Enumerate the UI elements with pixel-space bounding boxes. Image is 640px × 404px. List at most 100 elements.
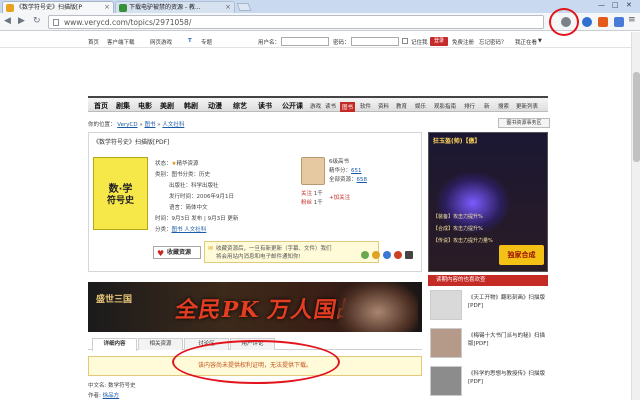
nav-guide[interactable]: 观影指南 <box>434 102 456 110</box>
nav-ranking[interactable]: 排行 <box>464 102 475 110</box>
browser-tab-strip: 《数学符号史》扫描版[P × 下载电驴被禁的资源 - 教... × — □ ✕ <box>0 0 640 13</box>
breadcrumb-sep: » <box>139 122 143 128</box>
chevron-down-icon: ▼ <box>538 38 542 44</box>
uploader-name[interactable]: 6级高书 <box>329 157 349 165</box>
nav-new[interactable]: 新 <box>484 102 490 110</box>
related-title[interactable]: 《科学的思想与教授传》扫描版[PDF] <box>468 370 548 386</box>
browser-tab-active[interactable]: 《数学符号史》扫描版[P × <box>2 1 114 13</box>
nav-books-active[interactable]: 图书 <box>340 102 356 112</box>
breadcrumb-humanities[interactable]: 人文社科 <box>162 122 184 128</box>
tab-details[interactable]: 详细内容 <box>92 338 137 351</box>
game-stat: 【传说】攻击力提升力量% <box>433 238 493 244</box>
game-stat: 【装备】攻击力提升% <box>433 214 483 220</box>
info-chinese-name: 中文名: 数学符号史 <box>88 383 136 389</box>
share-icon[interactable] <box>383 251 391 259</box>
nav-game[interactable]: 游戏 <box>310 102 321 110</box>
add-follow-button[interactable]: +加关注 <box>329 193 350 201</box>
breadcrumb-verycd[interactable]: VeryCD <box>117 122 137 128</box>
favorite-tooltip: ✉ 收藏资源后，一旦有新更新（字幕、文件）我们 将会用站内消息和电子邮件通知你! <box>204 241 379 263</box>
game-item-name: 狂玉盔(帅)【傲】 <box>433 138 481 145</box>
top-link-home[interactable]: 首页 <box>88 38 99 46</box>
avatar[interactable] <box>301 157 325 185</box>
extension-globe-icon[interactable] <box>582 17 592 27</box>
window-close-button[interactable]: ✕ <box>626 1 632 9</box>
tab-close-icon[interactable]: × <box>104 2 110 13</box>
book-affairs-button[interactable]: 图书资源事务区 <box>498 118 550 128</box>
page-scrollbar[interactable] <box>631 32 640 400</box>
related-title[interactable]: 《天工开物》翻彩刻画》扫描版[PDF] <box>468 294 548 310</box>
minimize-button[interactable]: — <box>598 1 605 9</box>
reload-icon[interactable]: ↻ <box>33 16 41 26</box>
game-compose-button[interactable]: 独家合成 <box>499 245 544 265</box>
share-icon[interactable] <box>372 251 380 259</box>
meta-time: 时间：9月3日 发布 | 9月3日 更新 <box>155 216 239 222</box>
browser-tab-title: 下载电驴被禁的资源 - 教... <box>129 4 201 11</box>
share-icon[interactable] <box>394 251 402 259</box>
meta-status: 状态：★精华资源 <box>155 161 199 167</box>
nav-home[interactable]: 首页 <box>94 101 108 111</box>
related-title[interactable]: 《梅锡十大书门派与的秘》扫描版[PDF] <box>468 332 548 348</box>
top-link-special[interactable]: 专题 <box>201 38 212 46</box>
nav-movie[interactable]: 电影 <box>138 101 152 111</box>
new-tab-button[interactable] <box>236 3 252 11</box>
scrollbar-thumb[interactable] <box>633 72 640 162</box>
related-thumbnail <box>430 366 462 396</box>
extension-blue-icon[interactable] <box>614 17 624 27</box>
nav-kr-series[interactable]: 韩剧 <box>184 101 198 111</box>
list-item[interactable]: 《梅锡十大书门派与的秘》扫描版[PDF] <box>428 328 548 366</box>
nav-variety[interactable]: 综艺 <box>233 101 247 111</box>
wrench-menu-icon[interactable]: ≡ <box>628 15 638 25</box>
username-input[interactable] <box>281 37 329 46</box>
top-link-t[interactable]: T <box>188 38 192 44</box>
nav-anime[interactable]: 动漫 <box>208 101 222 111</box>
nav-software[interactable]: 软件 <box>360 102 371 110</box>
username-label: 用户名： <box>258 40 281 46</box>
cover-subtitle: 符号史 <box>106 196 134 206</box>
breadcrumb-books[interactable]: 图书 <box>144 122 155 128</box>
nav-updates[interactable]: 更新列表 <box>516 102 538 110</box>
nav-search[interactable]: 搜索 <box>498 102 509 110</box>
nav-series[interactable]: 剧集 <box>116 101 130 111</box>
favorite-button[interactable]: ♥ 收藏资源 <box>153 246 201 259</box>
bell-icon: ✉ <box>208 245 214 252</box>
login-button[interactable]: 登录 <box>430 37 448 46</box>
uploader-card: 6级高书 精华分：651 全部资源：658 关注 1千 粉丝 1千 +加关注 <box>301 157 419 215</box>
game-advertisement[interactable]: 狂玉盔(帅)【傲】 【装备】攻击力提升% 【合成】攻击力提升% 【传说】攻击力提… <box>428 132 548 272</box>
address-bar[interactable]: www.verycd.com/topics/2971058/ <box>48 15 544 29</box>
nav-materials[interactable]: 资料 <box>378 102 389 110</box>
heart-icon: ♥ <box>157 249 165 258</box>
nav-reading[interactable]: 读书 <box>258 101 272 111</box>
related-thumbnail <box>430 328 462 358</box>
password-input[interactable] <box>351 37 399 46</box>
meta-release: 发行时间：2006年9月1日 <box>169 194 234 200</box>
tab-related[interactable]: 相关资源 <box>138 338 183 350</box>
nav-opencourse[interactable]: 公开课 <box>282 101 303 111</box>
watching-menu[interactable]: 我正在看 <box>515 38 537 46</box>
nav-read[interactable]: 读书 <box>325 102 336 110</box>
nav-entertainment[interactable]: 娱乐 <box>415 102 426 110</box>
maximize-button[interactable]: □ <box>612 1 619 9</box>
game-banner[interactable]: 盛世三国 全民PK 万人国战 <box>88 282 422 332</box>
list-item[interactable]: 《科学的思想与教授传》扫描版[PDF] <box>428 366 548 404</box>
nav-education[interactable]: 教育 <box>396 102 407 110</box>
browser-tab-inactive[interactable]: 下载电驴被禁的资源 - 教... × <box>115 1 235 13</box>
forward-arrow-icon[interactable]: ▶ <box>18 16 25 26</box>
share-icon[interactable] <box>405 251 413 259</box>
top-link-client[interactable]: 客户端下载 <box>107 38 135 46</box>
share-icon[interactable] <box>361 251 369 259</box>
top-link-webgame[interactable]: 网页游戏 <box>150 38 172 46</box>
list-item[interactable]: 《天工开物》翻彩刻画》扫描版[PDF] <box>428 290 548 328</box>
remember-checkbox[interactable] <box>402 38 408 44</box>
register-link[interactable]: 免费注册 <box>452 38 474 46</box>
main-navigation: 首页 剧集 电影 美剧 韩剧 动漫 综艺 读书 公开课 游戏 读书 图书 软件 … <box>88 96 548 112</box>
sword-glow-image <box>437 173 509 233</box>
resource-title: 《数学符号史》扫描版[PDF] <box>93 139 170 146</box>
game-stat: 【合成】攻击力提升% <box>433 226 483 232</box>
nav-us-series[interactable]: 美剧 <box>160 101 174 111</box>
uploader-follow: 关注 1千 <box>301 191 323 197</box>
extension-orange-icon[interactable] <box>598 17 608 27</box>
forgot-password-link[interactable]: 忘记密码？ <box>479 38 507 46</box>
tab-close-icon[interactable]: × <box>225 2 231 13</box>
back-arrow-icon[interactable]: ◀ <box>4 16 11 26</box>
verycd-favicon-icon <box>6 4 14 12</box>
